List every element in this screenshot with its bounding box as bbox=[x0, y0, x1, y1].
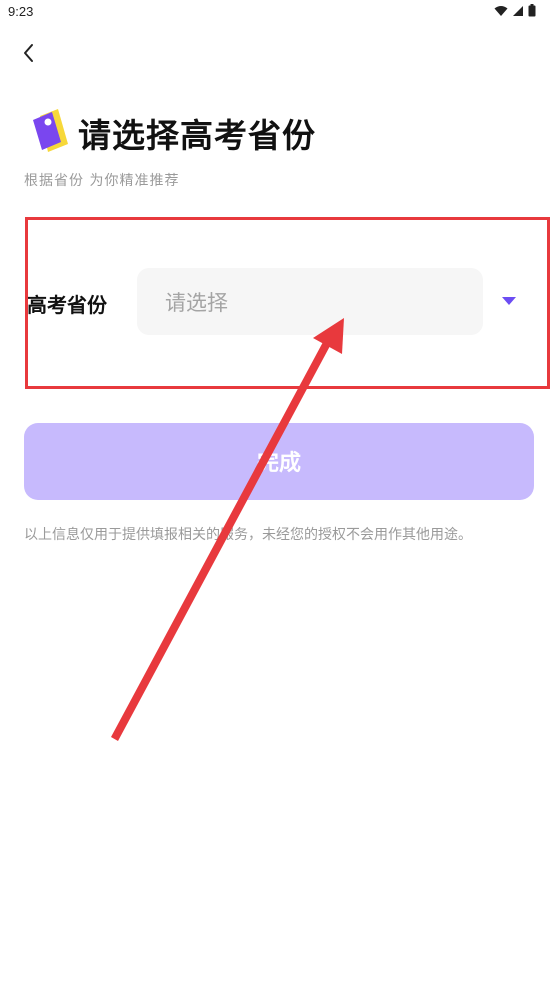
signal-icon bbox=[513, 5, 523, 16]
page-subtitle: 根据省份 为你精准推荐 bbox=[24, 173, 180, 189]
status-icons bbox=[494, 4, 536, 17]
status-bar: 9:23 bbox=[0, 0, 558, 24]
page-title: 请选择高考省份 bbox=[78, 116, 316, 155]
back-button[interactable] bbox=[18, 40, 42, 66]
annotation-highlight-box bbox=[25, 217, 550, 389]
tag-icon bbox=[28, 106, 72, 158]
chevron-left-icon bbox=[24, 44, 33, 62]
battery-icon bbox=[528, 4, 536, 17]
wifi-icon bbox=[494, 5, 508, 16]
privacy-note: 以上信息仅用于提供填报相关的服务，未经您的授权不会用作其他用途。 bbox=[24, 527, 472, 543]
done-button[interactable]: 完成 bbox=[24, 423, 534, 500]
status-time: 9:23 bbox=[8, 4, 34, 19]
